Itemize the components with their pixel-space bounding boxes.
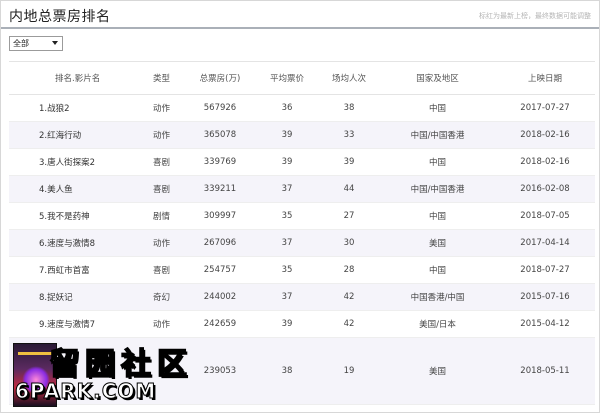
genre-cell: 动作 — [139, 229, 184, 257]
col-header-genre[interactable]: 类型 — [139, 61, 184, 95]
page-title: 内地总票房排名 — [9, 9, 111, 25]
table-row: 2.红海行动 动作 365078 39 33 中国/中国香港 2018-02-1… — [9, 121, 595, 149]
gross-cell: 242659 — [184, 310, 256, 338]
gross-cell: 239053 — [184, 337, 256, 405]
avg-price-cell: 35 — [256, 256, 318, 284]
chevron-down-icon — [52, 41, 58, 45]
release-date-cell: 2018-02-16 — [495, 121, 595, 149]
avg-audience-cell: 33 — [318, 121, 380, 149]
col-header-title[interactable]: 排名.影片名 — [9, 61, 139, 95]
gross-cell: 244002 — [184, 283, 256, 311]
genre-cell: 喜剧 — [139, 148, 184, 176]
avg-price-cell: 39 — [256, 148, 318, 176]
page-frame: 内地总票房排名 标红为最新上榜，最终数据可能调整 全部 排名.影片名 类型 总票… — [0, 0, 600, 413]
movie-title[interactable]: 3.唐人街探案2 — [9, 148, 139, 176]
genre-cell: 剧情 — [139, 202, 184, 230]
avg-audience-cell: 19 — [318, 337, 380, 405]
avg-price-cell: 37 — [256, 283, 318, 311]
avg-price-cell: 38 — [256, 337, 318, 405]
table-row: 9.速度与激情7 动作 242659 39 42 美国/日本 2015-04-1… — [9, 310, 595, 338]
gross-cell: 254757 — [184, 256, 256, 284]
watermark-text-en: 6PARK.COM — [14, 379, 157, 404]
release-date-cell: 2018-07-27 — [495, 256, 595, 284]
avg-price-cell: 36 — [256, 94, 318, 122]
gross-cell: 309997 — [184, 202, 256, 230]
movie-title[interactable]: 5.我不是药神 — [9, 202, 139, 230]
avg-audience-cell: 27 — [318, 202, 380, 230]
movie-title[interactable]: 1.战狼2 — [9, 94, 139, 122]
avg-audience-cell: 30 — [318, 229, 380, 257]
genre-cell: 动作 — [139, 121, 184, 149]
gross-cell: 339211 — [184, 175, 256, 203]
update-hint: 标红为最新上榜，最终数据可能调整 — [479, 12, 591, 20]
region-cell: 中国/中国香港 — [380, 175, 495, 203]
release-date-cell: 2018-02-16 — [495, 148, 595, 176]
col-header-region[interactable]: 国家及地区 — [380, 61, 495, 95]
avg-price-cell: 39 — [256, 310, 318, 338]
table-row: 7.西虹市首富 喜剧 254757 35 28 中国 2018-07-27 — [9, 256, 595, 284]
table-row: 5.我不是药神 剧情 309997 35 27 中国 2018-07-05 — [9, 202, 595, 230]
region-cell: 美国 — [380, 229, 495, 257]
gross-cell: 567926 — [184, 94, 256, 122]
region-filter-select[interactable]: 全部 — [9, 36, 63, 51]
gross-cell: 365078 — [184, 121, 256, 149]
avg-audience-cell: 44 — [318, 175, 380, 203]
gross-cell: 339769 — [184, 148, 256, 176]
region-cell: 美国 — [380, 337, 495, 405]
col-header-gross[interactable]: 总票房(万) — [184, 61, 256, 95]
release-date-cell: 2016-02-08 — [495, 175, 595, 203]
genre-cell: 喜剧 — [139, 256, 184, 284]
region-filter-value: 全部 — [13, 39, 29, 48]
avg-audience-cell: 28 — [318, 256, 380, 284]
col-header-avg-audience[interactable]: 场均人次 — [318, 61, 380, 95]
movie-title[interactable]: 7.西虹市首富 — [9, 256, 139, 284]
release-date-cell: 2015-07-16 — [495, 283, 595, 311]
table-row: 3.唐人街探案2 喜剧 339769 39 39 中国 2018-02-16 — [9, 148, 595, 176]
avg-audience-cell: 42 — [318, 283, 380, 311]
genre-cell: 动作 — [139, 310, 184, 338]
avg-audience-cell: 38 — [318, 94, 380, 122]
region-cell: 美国/日本 — [380, 310, 495, 338]
col-header-avg-price[interactable]: 平均票价 — [256, 61, 318, 95]
movie-title[interactable]: 2.红海行动 — [9, 121, 139, 149]
region-cell: 中国香港/中国 — [380, 283, 495, 311]
page-header: 内地总票房排名 标红为最新上榜，最终数据可能调整 — [1, 1, 599, 29]
table-row: 8.捉妖记 奇幻 244002 37 42 中国香港/中国 2015-07-16 — [9, 283, 595, 311]
release-date-cell: 2015-04-12 — [495, 310, 595, 338]
avg-audience-cell: 39 — [318, 148, 380, 176]
avg-price-cell: 37 — [256, 229, 318, 257]
movie-title[interactable]: 6.速度与激情8 — [9, 229, 139, 257]
release-date-cell: 2017-07-27 — [495, 94, 595, 122]
release-date-cell: 2018-07-05 — [495, 202, 595, 230]
release-date-cell: 2018-05-11 — [495, 337, 595, 405]
region-cell: 中国 — [380, 202, 495, 230]
table-row: 4.美人鱼 喜剧 339211 37 44 中国/中国香港 2016-02-08 — [9, 175, 595, 203]
table-row: 6.速度与激情8 动作 267096 37 30 美国 2017-04-14 — [9, 229, 595, 257]
region-cell: 中国 — [380, 148, 495, 176]
avg-price-cell: 39 — [256, 121, 318, 149]
movie-title[interactable]: 4.美人鱼 — [9, 175, 139, 203]
movie-title[interactable]: 8.捉妖记 — [9, 283, 139, 311]
avg-audience-cell: 42 — [318, 310, 380, 338]
gross-cell: 267096 — [184, 229, 256, 257]
region-cell: 中国/中国香港 — [380, 121, 495, 149]
table-header-row: 排名.影片名 类型 总票房(万) 平均票价 场均人次 国家及地区 上映日期 — [9, 61, 595, 95]
avg-price-cell: 35 — [256, 202, 318, 230]
region-cell: 中国 — [380, 256, 495, 284]
genre-cell: 动作 — [139, 94, 184, 122]
genre-cell: 喜剧 — [139, 175, 184, 203]
release-date-cell: 2017-04-14 — [495, 229, 595, 257]
movie-title[interactable]: 9.速度与激情7 — [9, 310, 139, 338]
col-header-release-date[interactable]: 上映日期 — [495, 61, 595, 95]
region-cell: 中国 — [380, 94, 495, 122]
watermark-text-cn: 留园社区 — [48, 346, 193, 383]
avg-price-cell: 37 — [256, 175, 318, 203]
genre-cell: 奇幻 — [139, 283, 184, 311]
table-row: 1.战狼2 动作 567926 36 38 中国 2017-07-27 — [9, 94, 595, 122]
